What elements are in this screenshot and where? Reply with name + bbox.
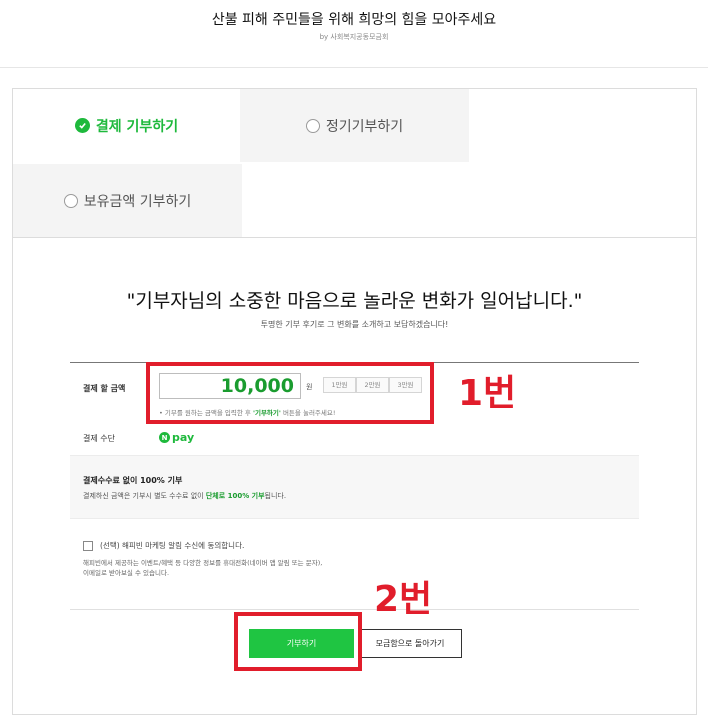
back-to-fund-button[interactable]: 모금함으로 돌아가기 [358, 629, 462, 658]
naver-n-icon: N [159, 432, 170, 443]
tab-label: 결제 기부하기 [95, 118, 179, 135]
marketing-consent-label: (선택) 해피빈 마케팅 알림 수신에 동의합니다. [100, 541, 245, 550]
annotation-label-1: 1번 [458, 373, 517, 414]
amount-label: 결제 할 금액 [83, 384, 126, 393]
divider [13, 237, 696, 238]
check-circle-icon [74, 118, 90, 133]
fee-notice: 결제수수료 없이 100% 기부 결제하신 금액은 기부시 별도 수수료 없이 … [70, 455, 639, 519]
campaign-title: 산불 피해 주민들을 위해 희망의 힘을 모아주세요 [211, 12, 497, 28]
marketing-consent-checkbox[interactable] [83, 540, 93, 551]
radio-icon [63, 193, 78, 208]
divider [70, 609, 639, 610]
tab-regular-donate[interactable]: 정기기부하기 [240, 89, 469, 162]
marketing-consent[interactable]: (선택) 해피빈 마케팅 알림 수신에 동의합니다. [83, 540, 244, 551]
radio-icon [305, 118, 320, 133]
tab-balance-donate[interactable]: 보유금액 기부하기 [13, 164, 242, 237]
organization-byline: by 사회복지공동모금회 [319, 33, 389, 41]
npay-logo: N pay [159, 431, 194, 444]
annotation-box-2 [234, 612, 362, 671]
annotation-label-2: 2번 [374, 579, 433, 620]
page-header: 산불 피해 주민들을 위해 희망의 힘을 모아주세요 by 사회복지공동모금회 [0, 0, 708, 68]
tab-label: 정기기부하기 [325, 118, 404, 135]
marketing-consent-desc: 해피빈에서 제공하는 이벤트/혜택 등 다양한 정보를 휴대전화(네이버 앱 알… [83, 559, 323, 577]
fee-notice-title: 결제수수료 없이 100% 기부 [83, 476, 183, 485]
fee-notice-desc: 결제하신 금액은 기부시 별도 수수료 없이 단체로 100% 기부됩니다. [83, 492, 287, 500]
intro-headline: "기부자님의 소중한 마음으로 놀라운 변화가 일어납니다." [126, 290, 583, 312]
annotation-box-1 [146, 362, 434, 424]
payment-method-label: 결제 수단 [83, 434, 115, 443]
tab-label: 보유금액 기부하기 [83, 193, 192, 210]
intro-subline: 투명한 기부 후기로 그 변화를 소개하고 보답하겠습니다! [260, 320, 449, 329]
tab-payment-donate[interactable]: 결제 기부하기 [13, 89, 240, 162]
